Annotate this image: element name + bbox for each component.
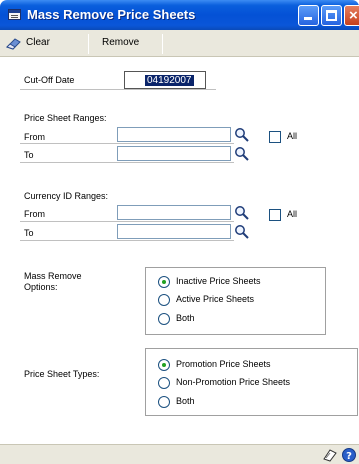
both-options-radio[interactable] <box>158 313 170 325</box>
non-promotion-price-sheets-label: Non-Promotion Price Sheets <box>176 377 291 387</box>
close-button[interactable]: × <box>344 5 359 26</box>
inactive-price-sheets-label: Inactive Price Sheets <box>176 276 261 286</box>
lookup-icon[interactable] <box>234 224 250 239</box>
lookup-icon[interactable] <box>234 146 250 161</box>
remove-button[interactable]: Remove <box>102 37 139 48</box>
currency-all-label: All <box>287 209 298 219</box>
promotion-price-sheets-label: Promotion Price Sheets <box>176 359 271 369</box>
status-bar: ? <box>0 444 359 464</box>
svg-text:?: ? <box>346 451 352 462</box>
clear-button[interactable]: Clear <box>26 37 50 48</box>
title-bar[interactable]: Mass Remove Price Sheets × <box>0 0 359 30</box>
currency-from-field[interactable] <box>117 205 231 220</box>
cutoff-date-label: Cut-Off Date <box>24 75 75 85</box>
row-divider <box>20 162 234 163</box>
both-types-label: Both <box>176 396 195 406</box>
row-divider <box>20 221 234 222</box>
price-sheet-types-label: Price Sheet Types: <box>24 369 100 379</box>
toolbar-separator <box>162 34 163 54</box>
price-sheet-all-checkbox[interactable] <box>269 131 281 143</box>
price-sheet-from-label: From <box>24 132 45 142</box>
close-icon: × <box>349 7 358 24</box>
maximize-icon <box>326 10 337 21</box>
cutoff-date-value: 04192007 <box>145 75 194 86</box>
both-options-label: Both <box>176 313 195 323</box>
note-icon[interactable] <box>322 447 338 463</box>
minimize-button[interactable] <box>298 5 319 26</box>
active-price-sheets-radio[interactable] <box>158 294 170 306</box>
row-divider <box>20 143 234 144</box>
lookup-icon[interactable] <box>234 205 250 220</box>
eraser-icon <box>6 38 21 50</box>
price-sheet-from-field[interactable] <box>117 127 231 142</box>
lookup-icon[interactable] <box>234 127 250 142</box>
window-form-icon <box>8 9 21 20</box>
currency-from-label: From <box>24 209 45 219</box>
mass-remove-options-label: Mass Remove Options: <box>24 271 82 293</box>
toolbar: Clear Remove <box>0 30 359 57</box>
price-sheet-ranges-heading: Price Sheet Ranges: <box>24 113 107 123</box>
toolbar-separator <box>88 34 89 54</box>
both-types-radio[interactable] <box>158 396 170 408</box>
price-sheet-all-label: All <box>287 131 298 141</box>
row-divider <box>20 89 216 90</box>
form-body: Cut-Off Date 04192007 Price Sheet Ranges… <box>0 57 359 444</box>
promotion-price-sheets-radio[interactable] <box>158 359 170 371</box>
price-sheet-to-field[interactable] <box>117 146 231 161</box>
maximize-button[interactable] <box>321 5 342 26</box>
row-divider <box>20 240 234 241</box>
cutoff-date-field[interactable]: 04192007 <box>124 71 206 89</box>
non-promotion-price-sheets-radio[interactable] <box>158 377 170 389</box>
help-icon[interactable]: ? <box>341 447 357 463</box>
mass-remove-options-label-line2: Options: <box>24 282 58 292</box>
currency-all-checkbox[interactable] <box>269 209 281 221</box>
price-sheet-to-label: To <box>24 150 34 160</box>
currency-to-field[interactable] <box>117 224 231 239</box>
active-price-sheets-label: Active Price Sheets <box>176 294 255 304</box>
minimize-icon <box>304 17 312 20</box>
currency-to-label: To <box>24 228 34 238</box>
window-title: Mass Remove Price Sheets <box>27 7 196 22</box>
mass-remove-options-label-line1: Mass Remove <box>24 271 82 281</box>
inactive-price-sheets-radio[interactable] <box>158 276 170 288</box>
currency-ranges-heading: Currency ID Ranges: <box>24 191 109 201</box>
